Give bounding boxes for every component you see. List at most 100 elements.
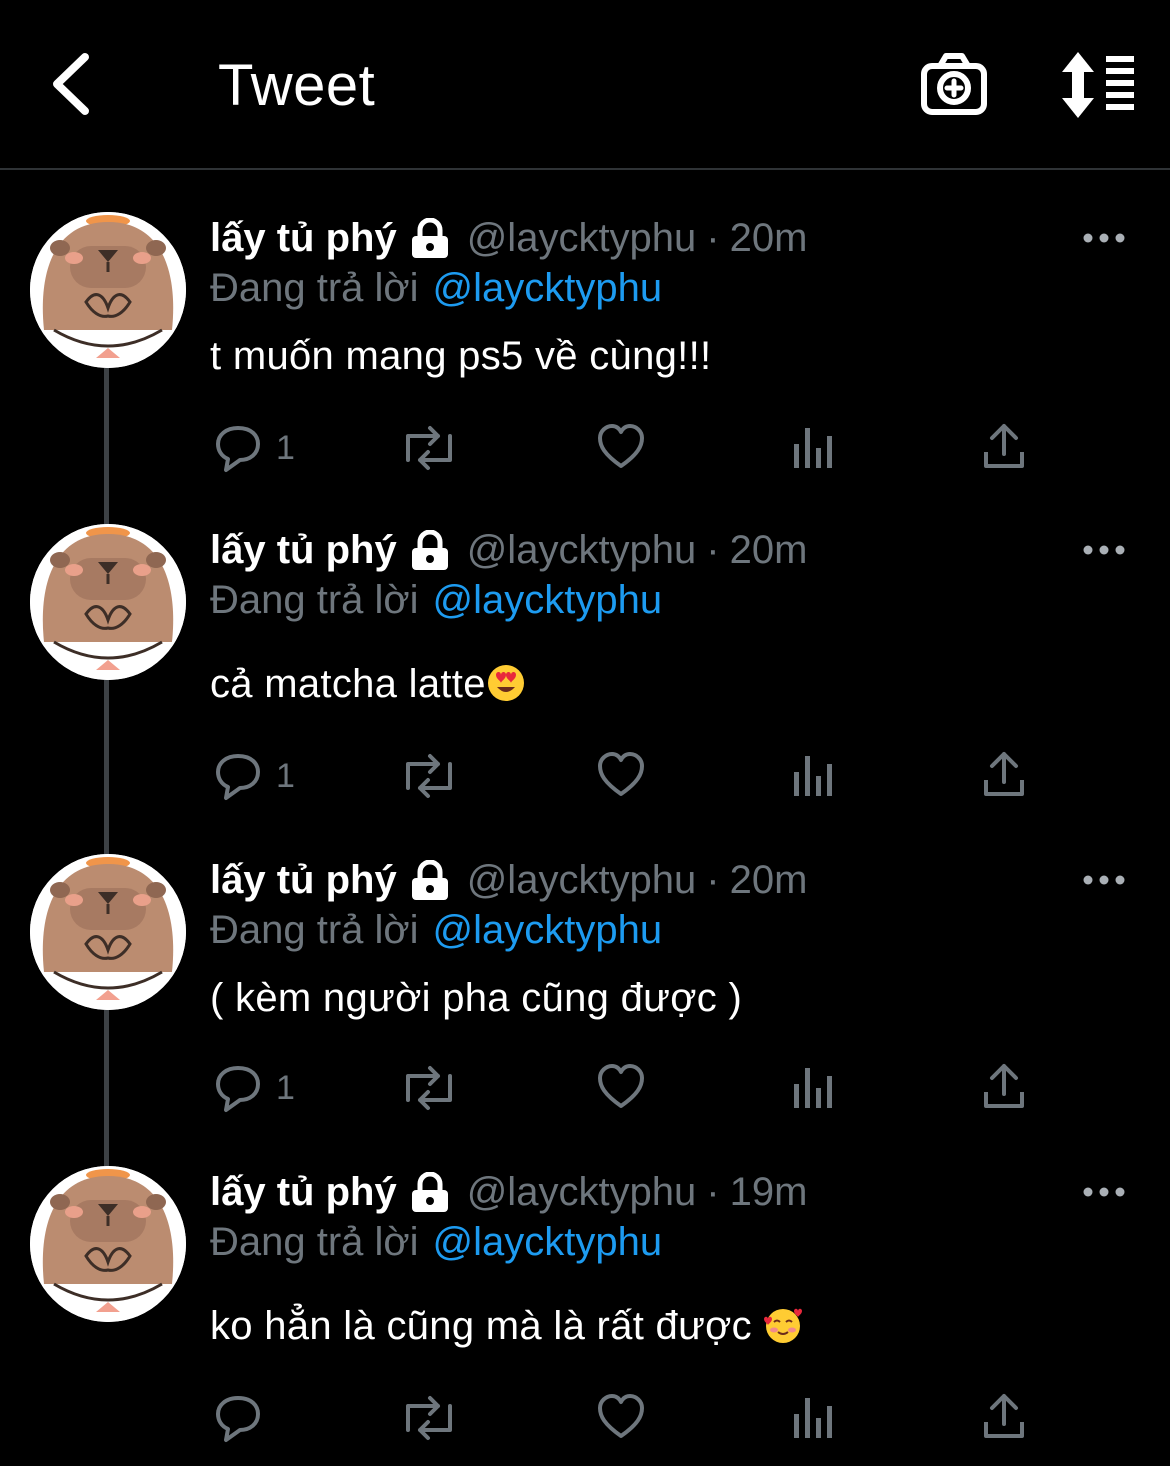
- reply-context: Đang trả lời @laycktyphu: [210, 908, 662, 953]
- more-options-icon[interactable]: [1082, 232, 1132, 262]
- user-handle[interactable]: @laycktyphu: [467, 528, 697, 573]
- retweet-button[interactable]: [398, 1060, 458, 1116]
- retweet-button[interactable]: [398, 420, 458, 476]
- reply-mention-link[interactable]: @laycktyphu: [433, 1220, 663, 1264]
- tweet-actions: 1: [0, 748, 1170, 808]
- top-bar: Tweet: [0, 0, 1170, 170]
- heart-icon: [598, 1064, 644, 1108]
- replying-to-label: Đang trả lời: [210, 1220, 419, 1264]
- capybara-avatar-image: [30, 1166, 186, 1322]
- tweet-text-container: ko hẳn là cũng mà là rất được: [210, 1304, 803, 1349]
- reply-count: 1: [276, 1068, 295, 1107]
- bar-chart-icon: [794, 1068, 832, 1108]
- reply-context: Đang trả lời @laycktyphu: [210, 266, 662, 311]
- share-button[interactable]: [980, 420, 1030, 476]
- like-button[interactable]: [596, 1060, 648, 1116]
- timestamp[interactable]: 19m: [730, 1170, 808, 1215]
- share-button[interactable]: [980, 748, 1030, 804]
- more-options-icon[interactable]: [1082, 1186, 1132, 1216]
- analytics-button[interactable]: [790, 748, 838, 804]
- like-button[interactable]: [596, 1390, 648, 1446]
- replying-to-label: Đang trả lời: [210, 266, 419, 310]
- capybara-avatar-image: [30, 854, 186, 1010]
- tweet-actions: 1: [0, 420, 1170, 480]
- avatar[interactable]: [30, 1166, 186, 1322]
- retweet-button[interactable]: [398, 748, 458, 804]
- reply-button[interactable]: 1: [212, 748, 295, 804]
- chevron-left-icon: [53, 53, 89, 115]
- reply-mention-link[interactable]: @laycktyphu: [433, 266, 663, 310]
- reply-button[interactable]: 1: [212, 1060, 295, 1116]
- share-icon: [984, 752, 1024, 796]
- retweet-button[interactable]: [398, 1390, 458, 1446]
- display-name[interactable]: lấy tủ phý: [210, 858, 397, 903]
- share-icon: [984, 1394, 1024, 1438]
- separator: ·: [706, 216, 720, 260]
- heart-eyes-emoji-icon: [487, 665, 524, 701]
- reply-icon: [216, 1066, 260, 1112]
- reply-icon: [216, 1396, 260, 1442]
- tweet-header: lấy tủ phý @laycktyphu · 20m: [210, 216, 807, 261]
- display-name[interactable]: lấy tủ phý: [210, 528, 397, 573]
- lock-icon: [409, 218, 451, 260]
- retweet-icon: [406, 426, 452, 470]
- smiling-hearts-emoji-icon: [764, 1308, 803, 1343]
- replying-to-label: Đang trả lời: [210, 908, 419, 952]
- user-handle[interactable]: @laycktyphu: [467, 858, 697, 903]
- page-title: Tweet: [218, 53, 376, 118]
- reply-button[interactable]: [212, 1390, 276, 1446]
- capybara-avatar-image: [30, 212, 186, 368]
- reply-count: 1: [276, 756, 295, 795]
- analytics-button[interactable]: [790, 420, 838, 476]
- more-options-icon[interactable]: [1082, 874, 1132, 904]
- user-handle[interactable]: @laycktyphu: [467, 216, 697, 261]
- tweet-header: lấy tủ phý @laycktyphu · 20m: [210, 858, 807, 903]
- retweet-icon: [406, 754, 452, 798]
- display-name[interactable]: lấy tủ phý: [210, 216, 397, 261]
- retweet-icon: [406, 1066, 452, 1110]
- share-icon: [984, 424, 1024, 468]
- like-button[interactable]: [596, 420, 648, 476]
- tweet-text: t muốn mang ps5 về cùng!!!: [210, 334, 712, 378]
- reply-mention-link[interactable]: @laycktyphu: [433, 908, 663, 952]
- reply-count: 1: [276, 428, 295, 467]
- retweet-icon: [406, 1396, 452, 1440]
- reply-button[interactable]: 1: [212, 420, 295, 476]
- tweet-text: ko hẳn là cũng mà là rất được: [210, 1304, 764, 1348]
- reply-context: Đang trả lời @laycktyphu: [210, 1220, 662, 1265]
- share-button[interactable]: [980, 1390, 1030, 1446]
- sort-button[interactable]: [1056, 50, 1140, 120]
- tweet-text: ( kèm người pha cũng được ): [210, 976, 743, 1020]
- share-button[interactable]: [980, 1060, 1030, 1116]
- tweet-header: lấy tủ phý @laycktyphu · 20m: [210, 528, 807, 573]
- camera-plus-icon: [921, 53, 987, 115]
- bar-chart-icon: [794, 428, 832, 468]
- heart-icon: [598, 424, 644, 468]
- reply-mention-link[interactable]: @laycktyphu: [433, 578, 663, 622]
- reply-context: Đang trả lời @laycktyphu: [210, 578, 662, 623]
- lock-icon: [409, 1172, 451, 1214]
- like-button[interactable]: [596, 748, 648, 804]
- avatar[interactable]: [30, 854, 186, 1010]
- bar-chart-icon: [794, 1398, 832, 1438]
- share-icon: [984, 1064, 1024, 1108]
- analytics-button[interactable]: [790, 1060, 838, 1116]
- timestamp[interactable]: 20m: [730, 858, 808, 903]
- avatar[interactable]: [30, 212, 186, 368]
- capybara-avatar-image: [30, 524, 186, 680]
- back-button[interactable]: [30, 44, 110, 124]
- separator: ·: [706, 858, 720, 902]
- camera-button[interactable]: [916, 48, 992, 124]
- reply-icon: [216, 426, 260, 472]
- timestamp[interactable]: 20m: [730, 528, 808, 573]
- timestamp[interactable]: 20m: [730, 216, 808, 261]
- avatar[interactable]: [30, 524, 186, 680]
- sort-list-icon: [1062, 52, 1134, 118]
- display-name[interactable]: lấy tủ phý: [210, 1170, 397, 1215]
- more-options-icon[interactable]: [1082, 544, 1132, 574]
- bar-chart-icon: [794, 756, 832, 796]
- user-handle[interactable]: @laycktyphu: [467, 1170, 697, 1215]
- tweet-header: lấy tủ phý @laycktyphu · 19m: [210, 1170, 807, 1215]
- tweet-actions: 1: [0, 1060, 1170, 1120]
- analytics-button[interactable]: [790, 1390, 838, 1446]
